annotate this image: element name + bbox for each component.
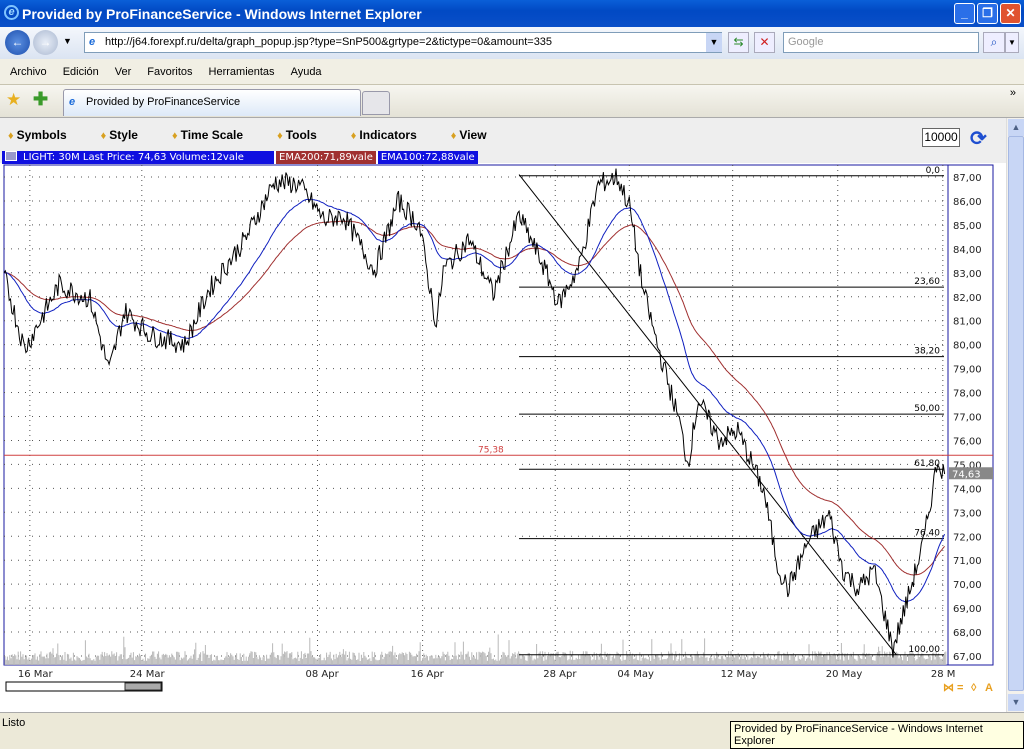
- close-button[interactable]: ✕: [1000, 3, 1021, 24]
- tab-profinance[interactable]: e Provided by ProFinanceService: [63, 89, 361, 116]
- restore-button[interactable]: ❐: [977, 3, 998, 24]
- favorites-star-icon[interactable]: ★: [6, 90, 21, 110]
- new-tab-button[interactable]: [362, 91, 390, 115]
- zoom-out-icon[interactable]: =: [957, 682, 963, 694]
- plot-area: [3, 164, 949, 666]
- page-content: Symbols Style Time Scale Tools Indicator…: [0, 118, 1006, 712]
- tooltip: Provided by ProFinanceService - Windows …: [730, 721, 1024, 749]
- fib-level-label: 61,80: [914, 459, 940, 469]
- history-dropdown-icon[interactable]: ▼: [63, 36, 72, 46]
- x-tick-label: 16 Mar: [18, 669, 54, 680]
- menu-ver[interactable]: Ver: [115, 66, 132, 78]
- y-tick-label: 67,00: [953, 652, 982, 663]
- menu-edicion[interactable]: Edición: [63, 66, 99, 78]
- url-text: http://j64.forexpf.ru/delta/graph_popup.…: [105, 36, 553, 48]
- menu-herramientas[interactable]: Herramientas: [209, 66, 275, 78]
- more-chevron-icon[interactable]: »: [1010, 87, 1016, 99]
- x-tick-label: 16 Apr: [411, 669, 445, 680]
- y-tick-label: 82,00: [953, 293, 982, 304]
- minimize-button[interactable]: _: [954, 3, 975, 24]
- x-tick-label: 24 Mar: [130, 669, 166, 680]
- y-tick-label: 73,00: [953, 508, 982, 519]
- zoom-in-icon[interactable]: ◊: [971, 682, 977, 694]
- x-tick-label: 28 M: [931, 669, 956, 680]
- y-tick-label: 70,00: [953, 580, 982, 591]
- status-text: Listo: [2, 717, 26, 729]
- x-tick-label: 04 May: [617, 669, 654, 680]
- menu-archivo[interactable]: Archivo: [10, 66, 47, 78]
- tab-label: Provided by ProFinanceService: [86, 96, 241, 108]
- price-chart[interactable]: 87,00 86,00 85,00 84,00 83,00 82,00 81,00 80,00…: [0, 118, 1006, 712]
- y-tick-label: 78,00: [953, 389, 982, 400]
- address-toolbar: ← → ▼ e http://j64.forexpf.ru/delta/graph…: [0, 27, 1024, 59]
- refresh-button[interactable]: ⇆: [728, 32, 749, 53]
- y-tick-label: 87,00: [953, 173, 982, 184]
- y-tick-label: 84,00: [953, 245, 982, 256]
- y-tick-label: 86,00: [953, 197, 982, 208]
- page-icon: e: [89, 36, 96, 48]
- scroll-up-button[interactable]: ▲: [1008, 119, 1024, 136]
- search-icon[interactable]: ⌕: [983, 32, 1005, 53]
- y-tick-label: 83,00: [953, 269, 982, 280]
- x-tick-label: 28 Apr: [543, 669, 577, 680]
- menu-bar: Archivo Edición Ver Favoritos Herramient…: [0, 59, 1024, 85]
- y-tick-label: 69,00: [953, 604, 982, 615]
- y-tick-label: 74,00: [953, 484, 982, 495]
- x-tick-label: 12 May: [721, 669, 758, 680]
- search-options-button[interactable]: ▼: [1005, 32, 1019, 53]
- fib-level-label: 50,00: [914, 404, 940, 414]
- scroll-thumb[interactable]: [1008, 136, 1024, 691]
- fib-level-label: 76,40: [914, 529, 940, 539]
- y-tick-label: 80,00: [953, 341, 982, 352]
- y-tick-label: 76,00: [953, 436, 982, 447]
- stop-button[interactable]: ✕: [754, 32, 775, 53]
- chart-scroll-thumb[interactable]: [124, 682, 162, 691]
- zoom-fit-icon[interactable]: ⋈: [943, 682, 954, 694]
- x-tick-label: 08 Apr: [306, 669, 340, 680]
- menu-ayuda[interactable]: Ayuda: [291, 66, 322, 78]
- window-title: Provided by ProFinanceService - Windows …: [22, 5, 422, 22]
- search-input[interactable]: Google: [783, 32, 979, 53]
- y-tick-label: 68,00: [953, 628, 982, 639]
- y-tick-label: 85,00: [953, 221, 982, 232]
- fib-level-label: 38,20: [914, 347, 940, 357]
- y-tick-label: 77,00: [953, 413, 982, 424]
- y-tick-label: 81,00: [953, 317, 982, 328]
- fib-level-label: 23,60: [914, 277, 940, 287]
- address-dropdown-button[interactable]: ▼: [706, 33, 722, 52]
- auto-scale-icon[interactable]: A: [985, 682, 993, 694]
- scroll-down-button[interactable]: ▼: [1008, 694, 1024, 711]
- fib-level-label: 0,0: [926, 166, 941, 176]
- tab-ie-icon: e: [69, 96, 76, 108]
- menu-favoritos[interactable]: Favoritos: [147, 66, 192, 78]
- favorites-bar: ★ ✚ e Provided by ProFinanceService »: [0, 85, 1024, 118]
- forward-button[interactable]: →: [33, 30, 58, 55]
- fib-level-label: 100,00: [909, 645, 941, 655]
- last-price-label: 74,63: [952, 469, 981, 480]
- page-scrollbar[interactable]: ▲ ▼: [1006, 118, 1024, 712]
- x-tick-label: 20 May: [826, 669, 863, 680]
- address-input[interactable]: e http://j64.forexpf.ru/delta/graph_popup…: [84, 32, 722, 53]
- ie-logo-icon: e: [4, 5, 19, 20]
- y-tick-label: 71,00: [953, 556, 982, 567]
- window-titlebar: e Provided by ProFinanceService - Window…: [0, 0, 1024, 27]
- price-level-label: 75,38: [478, 445, 504, 455]
- y-tick-label: 79,00: [953, 365, 982, 376]
- y-tick-label: 72,00: [953, 532, 982, 543]
- back-button[interactable]: ←: [5, 30, 30, 55]
- add-favorite-icon[interactable]: ✚: [33, 89, 48, 110]
